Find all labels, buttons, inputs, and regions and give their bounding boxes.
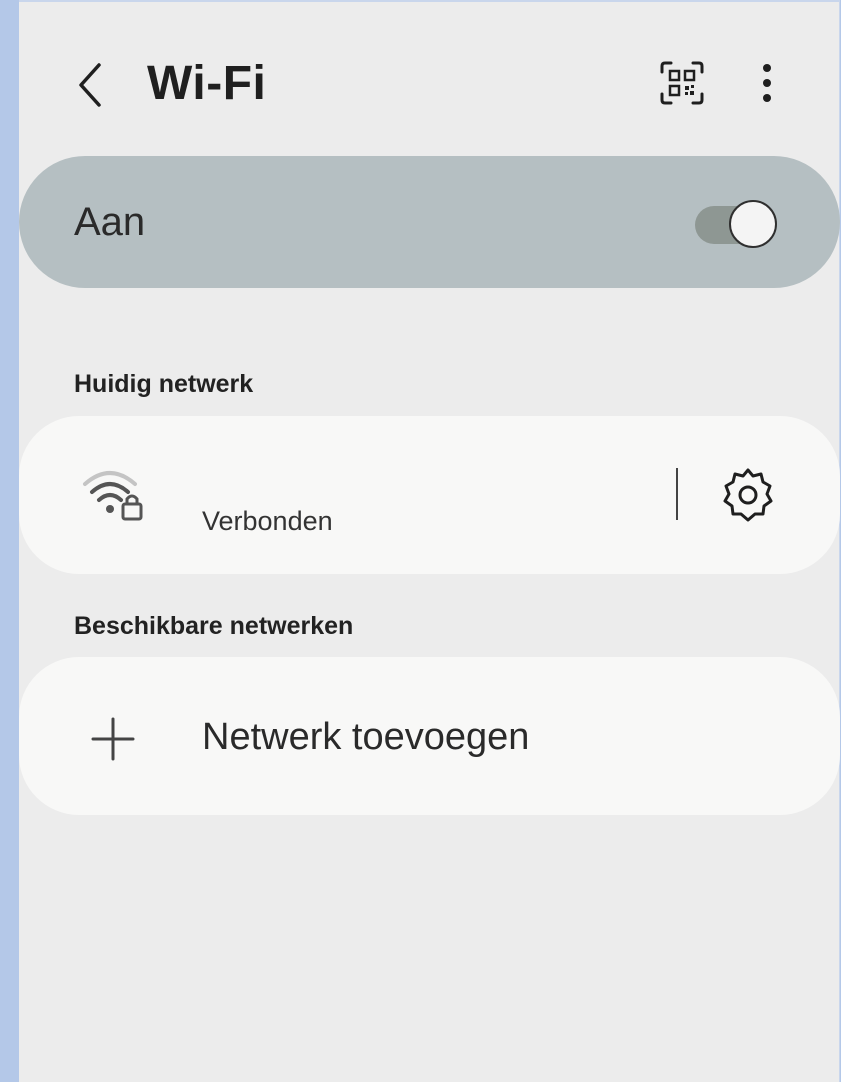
more-vertical-icon (763, 64, 771, 102)
add-network-label: Netwerk toevoegen (202, 716, 530, 758)
wifi-state-label: Aan (74, 200, 146, 244)
back-button[interactable] (71, 60, 111, 110)
chevron-left-icon (79, 63, 101, 107)
wifi-switch[interactable] (695, 200, 779, 248)
wifi-master-toggle[interactable]: Aan (19, 156, 840, 288)
wifi-lock-icon (83, 471, 143, 521)
add-network-button[interactable]: Netwerk toevoegen (19, 657, 840, 815)
network-status: Verbonden (202, 506, 333, 536)
switch-knob (729, 200, 777, 248)
page-title: Wi-Fi (147, 57, 267, 110)
current-network-header: Huidig netwerk (74, 370, 254, 398)
wifi-settings-screen: Wi-Fi Aan Huidig netwerk Verbonden Besch… (19, 0, 840, 1082)
more-options-button[interactable] (749, 58, 785, 108)
plus-icon (91, 717, 135, 761)
network-settings-button[interactable] (719, 466, 777, 524)
qr-code-scan-icon (660, 61, 704, 105)
app-bar: Wi-Fi (19, 2, 839, 162)
qr-code-button[interactable] (657, 58, 707, 108)
available-networks-header: Beschikbare netwerken (74, 612, 354, 640)
vertical-divider (676, 468, 678, 520)
current-network-card[interactable]: Verbonden (19, 416, 840, 574)
gear-icon (723, 468, 773, 522)
